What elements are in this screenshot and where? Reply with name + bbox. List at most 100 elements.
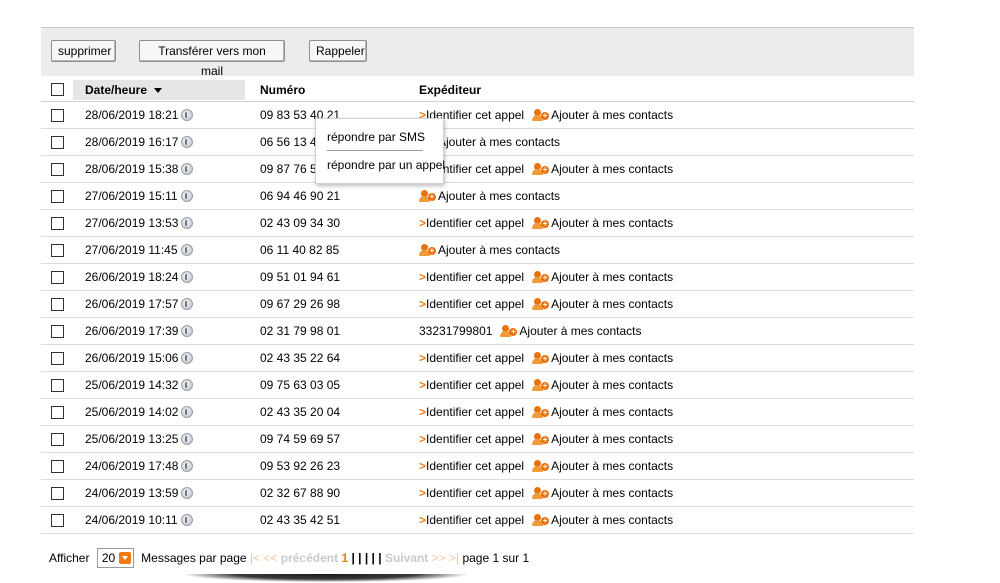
table-row[interactable]: 24/06/2019 17:48 09 53 92 26 23 >Identifie…: [41, 453, 914, 480]
add-contact-icon[interactable]: +: [532, 487, 550, 499]
voicemail-icon[interactable]: [181, 271, 194, 283]
identify-call-link[interactable]: Identifier cet appel: [426, 459, 524, 473]
delete-button[interactable]: supprimer: [51, 40, 116, 62]
table-row[interactable]: 25/06/2019 14:02 02 43 35 20 04 >Identifie…: [41, 399, 914, 426]
row-checkbox[interactable]: [51, 460, 64, 473]
phone-number[interactable]: 02 43 35 20 04: [260, 399, 340, 425]
last-page-link[interactable]: >|: [449, 551, 459, 565]
identify-call-link[interactable]: Identifier cet appel: [426, 270, 524, 284]
number-column-header[interactable]: Numéro: [260, 78, 305, 102]
row-checkbox[interactable]: [51, 352, 64, 365]
row-checkbox[interactable]: [51, 514, 64, 527]
add-contact-icon[interactable]: +: [532, 163, 550, 175]
previous-page-link[interactable]: précédent: [281, 551, 338, 565]
add-contact-icon[interactable]: +: [532, 109, 550, 121]
voicemail-icon[interactable]: [180, 244, 193, 256]
identify-call-link[interactable]: Identifier cet appel: [426, 513, 524, 527]
add-contact-icon[interactable]: +: [532, 298, 550, 310]
add-contact-link[interactable]: Ajouter à mes contacts: [551, 486, 673, 500]
phone-number[interactable]: 02 43 35 22 64: [260, 345, 340, 371]
select-all-checkbox[interactable]: [51, 83, 64, 96]
add-contact-link[interactable]: Ajouter à mes contacts: [438, 243, 560, 257]
identify-call-link[interactable]: Identifier cet appel: [426, 432, 524, 446]
phone-number[interactable]: 09 75 63 03 05: [260, 372, 340, 398]
identify-call-link[interactable]: Identifier cet appel: [426, 297, 524, 311]
add-contact-link[interactable]: Ajouter à mes contacts: [519, 324, 641, 338]
voicemail-icon[interactable]: [181, 109, 194, 121]
phone-number[interactable]: 02 32 67 88 90: [260, 480, 340, 506]
transfer-to-mail-button[interactable]: Transférer vers mon mail: [139, 40, 285, 78]
table-row[interactable]: 26/06/2019 17:39 02 31 79 98 01 3323179980…: [41, 318, 914, 345]
prev-arrows-link[interactable]: <<: [263, 551, 277, 565]
add-contact-icon[interactable]: +: [532, 433, 550, 445]
add-contact-link[interactable]: Ajouter à mes contacts: [551, 108, 673, 122]
add-contact-icon[interactable]: +: [500, 325, 518, 337]
add-contact-link[interactable]: Ajouter à mes contacts: [551, 216, 673, 230]
row-checkbox[interactable]: [51, 325, 64, 338]
row-checkbox[interactable]: [51, 190, 64, 203]
add-contact-link[interactable]: Ajouter à mes contacts: [551, 270, 673, 284]
add-contact-link[interactable]: Ajouter à mes contacts: [438, 135, 560, 149]
phone-number[interactable]: 02 43 09 34 30: [260, 210, 340, 236]
row-checkbox[interactable]: [51, 298, 64, 311]
add-contact-icon[interactable]: +: [532, 514, 550, 526]
row-checkbox[interactable]: [51, 379, 64, 392]
date-column-header[interactable]: Date/heure: [85, 78, 163, 101]
add-contact-icon[interactable]: +: [532, 217, 550, 229]
row-checkbox[interactable]: [51, 271, 64, 284]
voicemail-icon[interactable]: [181, 298, 194, 310]
phone-number[interactable]: 02 43 35 42 51: [260, 507, 340, 533]
reply-call-menu-item[interactable]: répondre par un appel: [327, 157, 445, 173]
identify-call-link[interactable]: Identifier cet appel: [426, 216, 524, 230]
voicemail-icon[interactable]: [181, 136, 194, 148]
voicemail-icon[interactable]: [181, 433, 194, 445]
add-contact-link[interactable]: Ajouter à mes contacts: [551, 297, 673, 311]
phone-number[interactable]: 09 74 59 69 57: [260, 426, 340, 452]
phone-number[interactable]: 09 53 92 26 23: [260, 453, 340, 479]
voicemail-icon[interactable]: [181, 325, 194, 337]
table-row[interactable]: 25/06/2019 13:25 09 74 59 69 57 >Identifie…: [41, 426, 914, 453]
table-row[interactable]: 25/06/2019 14:32 09 75 63 03 05 >Identifie…: [41, 372, 914, 399]
add-contact-link[interactable]: Ajouter à mes contacts: [551, 378, 673, 392]
sender-column-header[interactable]: Expéditeur: [419, 78, 481, 102]
table-row[interactable]: 24/06/2019 10:11 02 43 35 42 51 >Identifie…: [41, 507, 914, 534]
add-contact-icon[interactable]: +: [419, 190, 436, 202]
identify-call-link[interactable]: Identifier cet appel: [426, 486, 524, 500]
table-row[interactable]: 26/06/2019 18:24 09 51 01 94 61 >Identifie…: [41, 264, 914, 291]
voicemail-icon[interactable]: [181, 217, 194, 229]
table-row[interactable]: 26/06/2019 17:57 09 67 29 26 98 >Identifie…: [41, 291, 914, 318]
row-checkbox[interactable]: [51, 487, 64, 500]
add-contact-link[interactable]: Ajouter à mes contacts: [551, 351, 673, 365]
phone-number[interactable]: 06 94 46 90 21: [260, 183, 340, 209]
phone-number[interactable]: 02 31 79 98 01: [260, 318, 340, 344]
phone-number[interactable]: 09 51 01 94 61: [260, 264, 340, 290]
table-row[interactable]: 27/06/2019 15:11 06 94 46 90 21 + Ajouter à…: [41, 183, 914, 210]
add-contact-icon[interactable]: +: [532, 379, 550, 391]
voicemail-icon[interactable]: [181, 163, 194, 175]
row-checkbox[interactable]: [51, 433, 64, 446]
table-row[interactable]: 28/06/2019 16:1706 56 13 40 52+Ajouter à…: [41, 129, 914, 156]
table-row[interactable]: 27/06/2019 11:45 06 11 40 82 85 + Ajouter à…: [41, 237, 914, 264]
next-page-link[interactable]: Suivant: [385, 551, 428, 565]
identify-call-link[interactable]: Identifier cet appel: [426, 378, 524, 392]
add-contact-link[interactable]: Ajouter à mes contacts: [551, 162, 673, 176]
row-checkbox[interactable]: [51, 406, 64, 419]
voicemail-icon[interactable]: [181, 379, 194, 391]
row-checkbox[interactable]: [51, 136, 64, 149]
identify-call-link[interactable]: Identifier cet appel: [426, 351, 524, 365]
voicemail-icon[interactable]: [181, 406, 194, 418]
add-contact-icon[interactable]: +: [532, 271, 550, 283]
current-page-number[interactable]: 1: [341, 551, 348, 565]
add-contact-link[interactable]: Ajouter à mes contacts: [551, 513, 673, 527]
row-checkbox[interactable]: [51, 163, 64, 176]
phone-number[interactable]: 09 67 29 26 98: [260, 291, 340, 317]
add-contact-icon[interactable]: +: [419, 244, 436, 256]
table-row[interactable]: 26/06/2019 15:06 02 43 35 22 64 >Identifie…: [41, 345, 914, 372]
reply-sms-menu-item[interactable]: répondre par SMS: [327, 129, 443, 145]
voicemail-icon[interactable]: [180, 190, 193, 202]
phone-number[interactable]: 06 11 40 82 85: [260, 237, 339, 263]
voicemail-icon[interactable]: [181, 352, 194, 364]
next-arrows-link[interactable]: >>: [432, 551, 446, 565]
identify-call-link[interactable]: Identifier cet appel: [426, 405, 524, 419]
per-page-select[interactable]: 20: [96, 547, 134, 568]
